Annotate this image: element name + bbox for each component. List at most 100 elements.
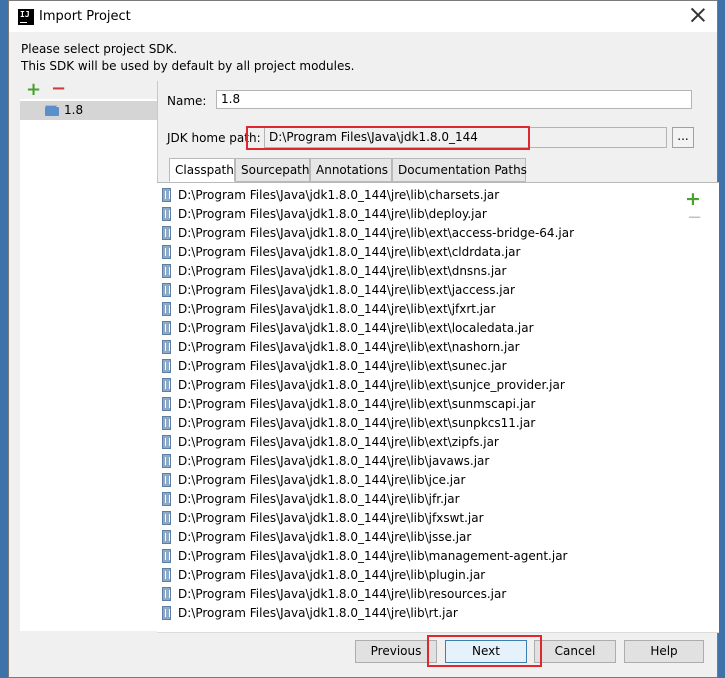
- jar-icon: [162, 302, 171, 316]
- classpath-row[interactable]: D:\Program Files\Java\jdk1.8.0_144\jre\l…: [157, 300, 677, 319]
- classpath-row[interactable]: D:\Program Files\Java\jdk1.8.0_144\jre\l…: [157, 243, 677, 262]
- classpath-entry-text: D:\Program Files\Java\jdk1.8.0_144\jre\l…: [178, 226, 574, 240]
- jar-icon: [162, 397, 171, 411]
- classpath-row[interactable]: D:\Program Files\Java\jdk1.8.0_144\jre\l…: [157, 262, 677, 281]
- classpath-row[interactable]: D:\Program Files\Java\jdk1.8.0_144\jre\l…: [157, 357, 677, 376]
- sdk-item-label: 1.8: [64, 103, 84, 117]
- classpath-row[interactable]: D:\Program Files\Java\jdk1.8.0_144\jre\l…: [157, 205, 677, 224]
- name-label: Name:: [167, 94, 207, 108]
- tab-classpath[interactable]: Classpath: [169, 158, 235, 182]
- classpath-entry-text: D:\Program Files\Java\jdk1.8.0_144\jre\l…: [178, 245, 521, 259]
- jar-icon: [162, 245, 171, 259]
- classpath-row[interactable]: D:\Program Files\Java\jdk1.8.0_144\jre\l…: [157, 566, 677, 585]
- classpath-entry-text: D:\Program Files\Java\jdk1.8.0_144\jre\l…: [178, 378, 565, 392]
- jdk-home-path-label: JDK home path:: [167, 131, 261, 145]
- title-bar: IJ Import Project: [9, 1, 717, 32]
- jdk-folder-icon: [45, 105, 59, 116]
- classpath-row[interactable]: D:\Program Files\Java\jdk1.8.0_144\jre\l…: [157, 224, 677, 243]
- classpath-row[interactable]: D:\Program Files\Java\jdk1.8.0_144\jre\l…: [157, 471, 677, 490]
- classpath-entry-text: D:\Program Files\Java\jdk1.8.0_144\jre\l…: [178, 473, 466, 487]
- classpath-entry-text: D:\Program Files\Java\jdk1.8.0_144\jre\l…: [178, 283, 515, 297]
- classpath-entry-text: D:\Program Files\Java\jdk1.8.0_144\jre\l…: [178, 397, 536, 411]
- classpath-row[interactable]: D:\Program Files\Java\jdk1.8.0_144\jre\l…: [157, 186, 677, 205]
- tab-annotations[interactable]: Annotations: [310, 158, 392, 182]
- classpath-row[interactable]: D:\Program Files\Java\jdk1.8.0_144\jre\l…: [157, 547, 677, 566]
- classpath-row[interactable]: D:\Program Files\Java\jdk1.8.0_144\jre\l…: [157, 281, 677, 300]
- classpath-row[interactable]: D:\Program Files\Java\jdk1.8.0_144\jre\l…: [157, 452, 677, 471]
- jar-icon: [162, 568, 171, 582]
- sdk-name-field[interactable]: 1.8: [216, 90, 692, 109]
- classpath-entry-text: D:\Program Files\Java\jdk1.8.0_144\jre\l…: [178, 321, 534, 335]
- browse-button[interactable]: ...: [672, 127, 694, 148]
- intellij-app-icon: IJ: [18, 9, 34, 25]
- classpath-row[interactable]: D:\Program Files\Java\jdk1.8.0_144\jre\l…: [157, 509, 677, 528]
- tab-sourcepath[interactable]: Sourcepath: [235, 158, 310, 182]
- jar-icon: [162, 359, 171, 373]
- jar-icon: [162, 416, 171, 430]
- classpath-entry-text: D:\Program Files\Java\jdk1.8.0_144\jre\l…: [178, 435, 499, 449]
- jar-icon: [162, 207, 171, 221]
- jar-icon: [162, 226, 171, 240]
- jar-icon: [162, 264, 171, 278]
- classpath-row[interactable]: D:\Program Files\Java\jdk1.8.0_144\jre\l…: [157, 433, 677, 452]
- help-button[interactable]: Help: [624, 640, 704, 663]
- classpath-row[interactable]: D:\Program Files\Java\jdk1.8.0_144\jre\l…: [157, 338, 677, 357]
- classpath-row[interactable]: D:\Program Files\Java\jdk1.8.0_144\jre\l…: [157, 395, 677, 414]
- jar-icon: [162, 473, 171, 487]
- sdk-list-item[interactable]: 1.8: [20, 101, 157, 120]
- classpath-entry-text: D:\Program Files\Java\jdk1.8.0_144\jre\l…: [178, 492, 460, 506]
- classpath-entry-text: D:\Program Files\Java\jdk1.8.0_144\jre\l…: [178, 340, 520, 354]
- close-icon[interactable]: [689, 6, 707, 24]
- tab-documentation-paths[interactable]: Documentation Paths: [392, 158, 527, 182]
- jar-icon: [162, 454, 171, 468]
- classpath-entry-text: D:\Program Files\Java\jdk1.8.0_144\jre\l…: [178, 530, 472, 544]
- classpath-entry-text: D:\Program Files\Java\jdk1.8.0_144\jre\l…: [178, 359, 507, 373]
- window-title: Import Project: [39, 9, 131, 24]
- sdk-list-toolbar: + −: [20, 80, 157, 99]
- classpath-row[interactable]: D:\Program Files\Java\jdk1.8.0_144\jre\l…: [157, 319, 677, 338]
- jdk-home-path-field[interactable]: D:\Program Files\Java\jdk1.8.0_144: [264, 127, 667, 148]
- classpath-row[interactable]: D:\Program Files\Java\jdk1.8.0_144\jre\l…: [157, 604, 677, 623]
- classpath-row[interactable]: D:\Program Files\Java\jdk1.8.0_144\jre\l…: [157, 414, 677, 433]
- jar-icon: [162, 511, 171, 525]
- classpath-entry-text: D:\Program Files\Java\jdk1.8.0_144\jre\l…: [178, 549, 568, 563]
- sdk-list-panel: + − 1.8: [20, 80, 158, 631]
- instruction-text: Please select project SDK. This SDK will…: [21, 41, 354, 75]
- classpath-row[interactable]: D:\Program Files\Java\jdk1.8.0_144\jre\l…: [157, 490, 677, 509]
- classpath-entry-text: D:\Program Files\Java\jdk1.8.0_144\jre\l…: [178, 416, 536, 430]
- jar-icon: [162, 435, 171, 449]
- classpath-entry-text: D:\Program Files\Java\jdk1.8.0_144\jre\l…: [178, 587, 507, 601]
- jar-icon: [162, 321, 171, 335]
- jar-icon: [162, 378, 171, 392]
- previous-button[interactable]: Previous: [355, 640, 437, 663]
- jar-icon: [162, 188, 171, 202]
- app-icon-text: IJ: [20, 10, 30, 19]
- classpath-entry-text: D:\Program Files\Java\jdk1.8.0_144\jre\l…: [178, 264, 507, 278]
- instruction-line-1: Please select project SDK.: [21, 42, 178, 56]
- classpath-row[interactable]: D:\Program Files\Java\jdk1.8.0_144\jre\l…: [157, 528, 677, 547]
- classpath-entry-text: D:\Program Files\Java\jdk1.8.0_144\jre\l…: [178, 302, 496, 316]
- jar-icon: [162, 606, 171, 620]
- jar-icon: [162, 340, 171, 354]
- classpath-entry-text: D:\Program Files\Java\jdk1.8.0_144\jre\l…: [178, 606, 458, 620]
- remove-sdk-icon[interactable]: −: [51, 80, 66, 98]
- cancel-button[interactable]: Cancel: [534, 640, 616, 663]
- classpath-row[interactable]: D:\Program Files\Java\jdk1.8.0_144\jre\l…: [157, 585, 677, 604]
- classpath-entry-text: D:\Program Files\Java\jdk1.8.0_144\jre\l…: [178, 207, 487, 221]
- classpath-list: D:\Program Files\Java\jdk1.8.0_144\jre\l…: [157, 186, 677, 623]
- classpath-entry-text: D:\Program Files\Java\jdk1.8.0_144\jre\l…: [178, 188, 500, 202]
- classpath-entry-text: D:\Program Files\Java\jdk1.8.0_144\jre\l…: [178, 568, 486, 582]
- import-project-dialog: IJ Import Project Please select project …: [8, 0, 719, 678]
- classpath-row[interactable]: D:\Program Files\Java\jdk1.8.0_144\jre\l…: [157, 376, 677, 395]
- classpath-list-panel: D:\Program Files\Java\jdk1.8.0_144\jre\l…: [157, 182, 719, 633]
- instruction-line-2: This SDK will be used by default by all …: [21, 59, 355, 73]
- jar-icon: [162, 492, 171, 506]
- jar-icon: [162, 283, 171, 297]
- remove-path-icon[interactable]: −: [687, 207, 702, 228]
- next-button[interactable]: Next: [445, 640, 527, 663]
- classpath-entry-text: D:\Program Files\Java\jdk1.8.0_144\jre\l…: [178, 454, 490, 468]
- jar-icon: [162, 549, 171, 563]
- classpath-entry-text: D:\Program Files\Java\jdk1.8.0_144\jre\l…: [178, 511, 484, 525]
- jar-icon: [162, 587, 171, 601]
- add-sdk-icon[interactable]: +: [26, 81, 41, 99]
